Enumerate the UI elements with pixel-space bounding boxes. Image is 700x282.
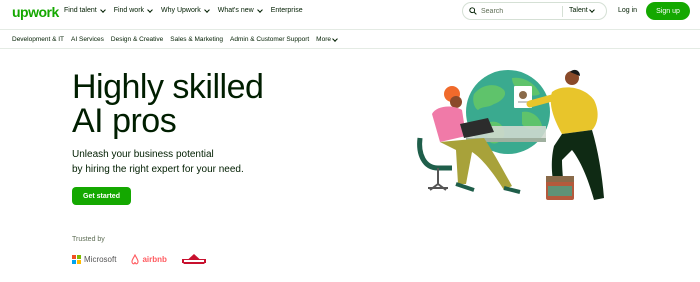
airbnb-logo: airbnb (130, 253, 167, 265)
chevron-down-icon (256, 6, 263, 13)
nav-find-work[interactable]: Find work (113, 6, 153, 14)
microsoft-logo: Microsoft (72, 254, 117, 264)
search-divider (562, 6, 563, 17)
search-filter-label: Talent (569, 7, 588, 14)
search-icon[interactable] (469, 7, 477, 15)
nav-label: Why Upwork (161, 7, 201, 14)
nav-label: What's new (217, 7, 254, 14)
microsoft-icon (72, 254, 81, 264)
bissell-logo (181, 254, 206, 264)
chevron-down-icon (147, 6, 153, 13)
upwork-logo[interactable]: upwork (12, 4, 59, 20)
category-development-it[interactable]: Development & IT (12, 36, 64, 43)
nav-label: Enterprise (270, 7, 303, 14)
category-design-creative[interactable]: Design & Creative (111, 36, 163, 43)
nav-label: Find talent (64, 7, 97, 14)
nav-why-upwork[interactable]: Why Upwork (161, 6, 210, 14)
hero-title-line-1: Highly skilled (72, 68, 264, 106)
category-sales-marketing[interactable]: Sales & Marketing (170, 36, 223, 43)
category-bar: Development & IT AI Services Design & Cr… (0, 29, 700, 49)
nav-whats-new[interactable]: What's new (217, 6, 263, 14)
main-nav: Find talent Find work Why Upwork What's … (64, 6, 303, 14)
hero-subtitle-line-2: by hiring the right expert for your need… (72, 164, 244, 175)
hero-illustration (417, 69, 604, 200)
category-ai-services[interactable]: AI Services (71, 36, 104, 43)
category-list: Development & IT AI Services Design & Cr… (12, 35, 338, 43)
nav-label: Find work (113, 7, 145, 14)
hero-title: Highly skilled AI pros (72, 68, 264, 140)
search-input[interactable] (481, 5, 561, 17)
chevron-down-icon (99, 6, 106, 13)
category-admin-support[interactable]: Admin & Customer Support (230, 36, 309, 43)
get-started-button[interactable]: Get started (72, 187, 131, 205)
category-more[interactable]: More (316, 35, 338, 43)
hero-subtitle: Unleash your business potential by hirin… (72, 147, 272, 177)
top-navigation: upwork Find talent Find work Why Upwork … (0, 0, 700, 23)
category-more-label: More (316, 36, 331, 43)
nav-enterprise[interactable]: Enterprise (271, 7, 303, 14)
airbnb-wordmark: airbnb (142, 254, 167, 264)
signup-button[interactable]: Sign up (646, 2, 690, 20)
trusted-logos: Microsoft airbnb (72, 252, 207, 266)
chevron-down-icon (203, 6, 210, 13)
search-filter-dropdown[interactable]: Talent (569, 6, 595, 14)
login-link[interactable]: Log in (618, 7, 637, 14)
trusted-by-label: Trusted by (72, 236, 105, 243)
hero-title-line-2: AI pros (72, 102, 177, 140)
chevron-down-icon (588, 6, 595, 13)
hero-subtitle-line-1: Unleash your business potential (72, 149, 214, 160)
microsoft-wordmark: Microsoft (84, 254, 117, 264)
search-bar: Talent (462, 2, 607, 20)
chevron-down-icon (332, 35, 338, 42)
airbnb-icon (131, 253, 140, 264)
nav-find-talent[interactable]: Find talent (64, 6, 106, 14)
